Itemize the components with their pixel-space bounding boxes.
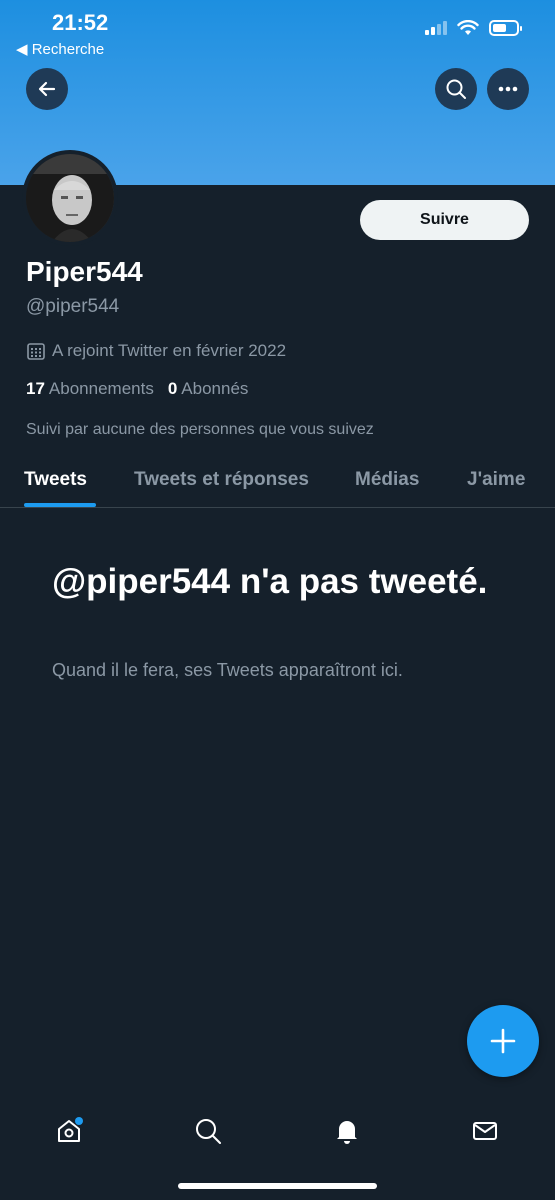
bell-icon xyxy=(337,1121,357,1144)
join-date-text: A rejoint Twitter en février 2022 xyxy=(52,341,287,360)
profile-join-date: A rejoint Twitter en février 2022 xyxy=(26,341,286,361)
home-indicator[interactable] xyxy=(178,1183,377,1189)
back-to-app-link[interactable]: ◀ Recherche xyxy=(16,40,104,58)
empty-state-subtitle: Quand il le fera, ses Tweets apparaîtron… xyxy=(52,660,403,680)
battery-icon xyxy=(489,20,522,36)
tab-tweets-and-replies[interactable]: Tweets et réponses xyxy=(134,469,309,491)
search-icon xyxy=(446,79,466,99)
wifi-icon xyxy=(457,20,479,35)
active-tab-indicator xyxy=(24,503,96,507)
followers-label: Abonnés xyxy=(181,379,249,398)
plus-icon xyxy=(490,1028,516,1054)
following-label: Abonnements xyxy=(48,379,154,398)
search-icon xyxy=(196,1119,221,1144)
calendar-icon xyxy=(27,343,45,360)
status-bar: 21:52 ◀ Recherche xyxy=(0,0,555,60)
search-button[interactable] xyxy=(435,68,477,110)
following-count: 17 xyxy=(26,379,45,398)
nav-notifications[interactable] xyxy=(325,1109,369,1153)
followers-count: 0 xyxy=(167,379,178,398)
more-horizontal-icon xyxy=(498,86,518,92)
avatar-portrait xyxy=(26,154,114,242)
arrow-left-icon xyxy=(38,81,56,97)
tab-likes[interactable]: J'aime xyxy=(467,469,525,491)
empty-state-title: @piper544 n'a pas tweeté. xyxy=(52,562,488,601)
profile-display-name: Piper544 xyxy=(26,256,143,287)
cellular-signal-icon xyxy=(425,21,447,35)
nav-messages[interactable] xyxy=(463,1109,507,1153)
nav-search[interactable] xyxy=(186,1109,230,1153)
profile-tabs: Tweets Tweets et réponses Médias J'aime xyxy=(0,458,555,508)
follow-counts: 17 Abonnements 0 Abonnés xyxy=(26,379,248,399)
tab-media[interactable]: Médias xyxy=(355,469,419,491)
follow-button[interactable]: Suivre xyxy=(360,200,529,240)
nav-home[interactable] xyxy=(47,1109,91,1153)
followers-link[interactable]: 0 Abonnés xyxy=(168,379,249,399)
mail-icon xyxy=(473,1122,497,1140)
status-time: 21:52 xyxy=(52,10,109,35)
profile-avatar[interactable] xyxy=(22,150,118,246)
home-notification-dot xyxy=(75,1117,83,1125)
profile-handle: @piper544 xyxy=(26,296,120,317)
following-link[interactable]: 17 Abonnements xyxy=(26,379,154,399)
back-button[interactable] xyxy=(26,68,68,110)
followed-by-text: Suivi par aucune des personnes que vous … xyxy=(26,421,374,438)
compose-tweet-button[interactable] xyxy=(467,1005,539,1077)
tab-tweets[interactable]: Tweets xyxy=(24,469,87,491)
more-options-button[interactable] xyxy=(487,68,529,110)
status-icons xyxy=(425,20,522,36)
